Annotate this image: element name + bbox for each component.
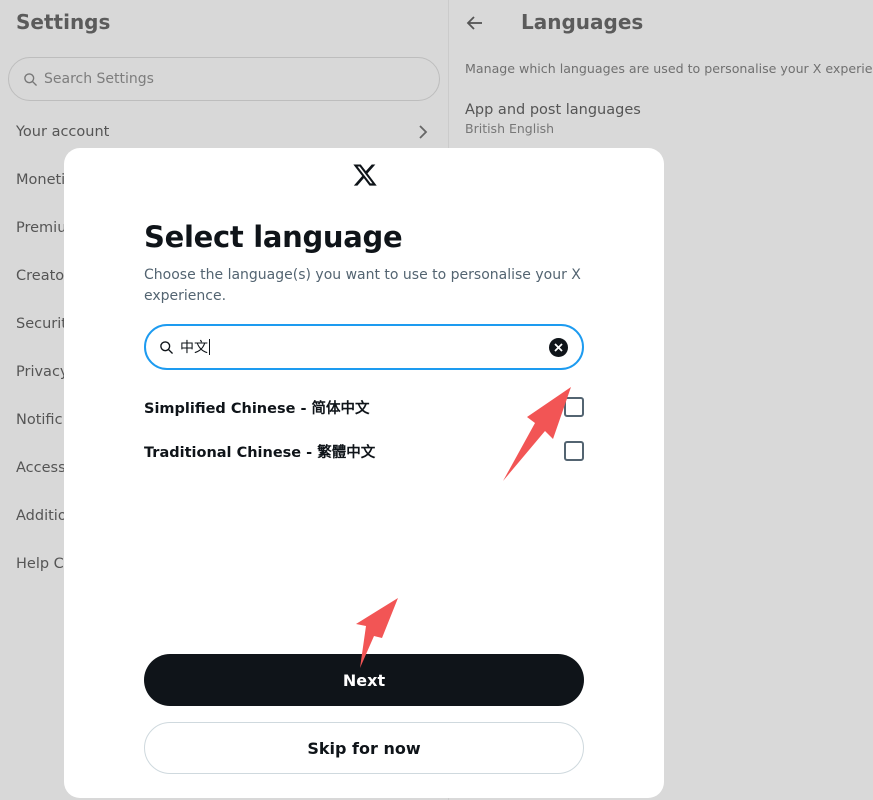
search-icon	[160, 340, 173, 354]
chevron-right-icon	[419, 125, 428, 139]
languages-description: Manage which languages are used to perso…	[465, 61, 873, 76]
simplified-chinese-checkbox[interactable]	[564, 397, 584, 417]
skip-for-now-button[interactable]: Skip for now	[144, 722, 584, 774]
language-option-simplified-chinese[interactable]: Simplified Chinese - 简体中文	[144, 395, 584, 419]
language-option-label: Traditional Chinese - 繁體中文	[144, 444, 376, 461]
settings-search-input[interactable]: Search Settings	[8, 57, 440, 101]
settings-title: Settings	[16, 10, 111, 34]
modal-title: Select language	[144, 220, 403, 254]
menu-item-creator[interactable]: Creato	[16, 268, 64, 284]
traditional-chinese-checkbox[interactable]	[564, 441, 584, 461]
close-icon	[554, 343, 563, 352]
clear-search-button[interactable]	[549, 338, 568, 357]
languages-title: Languages	[521, 10, 644, 34]
menu-item-monetisation[interactable]: Moneti	[16, 172, 65, 188]
x-logo-icon	[353, 164, 377, 186]
menu-item-additional[interactable]: Additio	[16, 508, 67, 524]
menu-item-premium[interactable]: Premiu	[16, 220, 66, 236]
language-search-input[interactable]: 中文	[144, 324, 584, 370]
back-arrow-icon[interactable]	[466, 14, 484, 32]
modal-description: Choose the language(s) you want to use t…	[144, 267, 581, 304]
menu-item-your-account[interactable]: Your account	[16, 124, 109, 140]
app-post-languages-value: British English	[465, 121, 555, 136]
text-caret	[209, 339, 210, 355]
next-button[interactable]: Next	[144, 654, 584, 706]
settings-search-placeholder: Search Settings	[44, 71, 154, 87]
language-search-value: 中文	[180, 340, 208, 356]
menu-item-security[interactable]: Securit	[16, 316, 67, 332]
language-option-traditional-chinese[interactable]: Traditional Chinese - 繁體中文	[144, 439, 584, 463]
menu-item-notifications[interactable]: Notific	[16, 412, 63, 428]
menu-item-accessibility[interactable]: Access	[16, 460, 66, 476]
menu-item-privacy[interactable]: Privacy	[16, 364, 69, 380]
language-option-label: Simplified Chinese - 简体中文	[144, 400, 370, 417]
app-post-languages-link[interactable]: App and post languages	[465, 102, 641, 118]
search-icon	[24, 72, 37, 86]
select-language-modal: Select language Choose the language(s) y…	[64, 148, 664, 798]
